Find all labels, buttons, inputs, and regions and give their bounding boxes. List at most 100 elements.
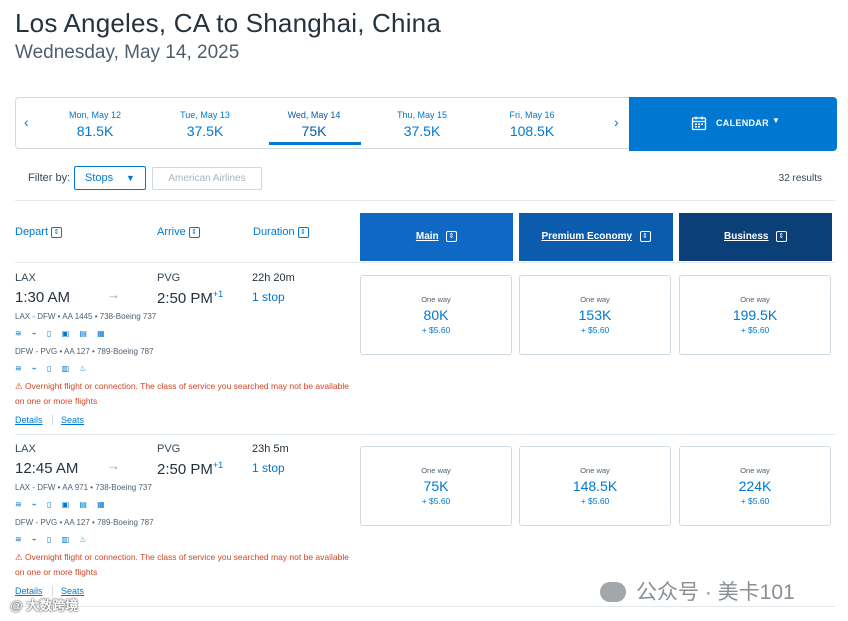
prev-dates-arrow-icon[interactable]: ‹	[24, 114, 29, 130]
fare-main[interactable]: One way 75K + $5.60	[360, 446, 512, 526]
segment-info: DFW - PVG • AA 127 • 789-Boeing 787	[15, 518, 154, 527]
date-cell-tue-may-13[interactable]: Tue, May 13 37.5K	[155, 110, 255, 139]
date-label: Thu, May 15	[396, 110, 448, 120]
overnight-warning: ⚠ Overnight flight or connection. The cl…	[15, 550, 350, 580]
fare-main[interactable]: One way 80K + $5.60	[360, 275, 512, 355]
cabin-header-main[interactable]: Main ⇕	[360, 213, 513, 261]
sort-depart-header[interactable]: Depart ⇕	[15, 226, 63, 238]
date-cell-fri-may-16[interactable]: Fri, May 16 108.5K	[482, 110, 582, 139]
destination-airport: PVG	[157, 443, 181, 455]
fare-points: 199.5K	[732, 307, 778, 323]
depart-header-label: Depart	[15, 226, 49, 238]
date-cell-wed-may-14-selected[interactable]: Wed, May 14 75K	[264, 110, 364, 139]
fare-tax: + $5.60	[580, 325, 610, 335]
fare-label: One way	[580, 295, 610, 304]
sort-icon: ⇕	[775, 231, 787, 242]
flight-duration: 22h 20m	[252, 272, 295, 284]
stops-link[interactable]: 1 stop	[252, 461, 285, 475]
date-label: Tue, May 13	[180, 110, 230, 120]
page-subtitle: Wednesday, May 14, 2025	[15, 42, 240, 63]
sort-icon: ⇕	[188, 227, 200, 238]
arrive-header-label: Arrive	[157, 226, 186, 238]
sort-arrive-header[interactable]: Arrive ⇕	[157, 226, 200, 238]
watermark-wechat: 公众号 · 美卡101	[600, 576, 795, 606]
arrow-right-icon: →	[107, 287, 120, 302]
fare-points: 80K	[423, 307, 449, 323]
segment-info: DFW - PVG • AA 127 • 789-Boeing 787	[15, 347, 154, 356]
arrow-right-icon: →	[107, 458, 120, 473]
fare-label: One way	[421, 466, 451, 475]
fare-label: One way	[740, 295, 770, 304]
sort-icon: ⇕	[51, 227, 63, 238]
fare-points: 224K	[738, 478, 772, 494]
filter-by-label: Filter by:	[28, 172, 71, 184]
date-price: 37.5K	[403, 123, 441, 139]
airline-filter[interactable]: American Airlines	[152, 167, 262, 190]
fare-tax: + $5.60	[421, 325, 451, 335]
date-cell-mon-may-12[interactable]: Mon, May 12 81.5K	[45, 110, 145, 139]
cabin-header-label: Business	[724, 231, 769, 242]
seats-link[interactable]: Seats	[61, 415, 84, 425]
fare-label: One way	[740, 466, 770, 475]
fare-business[interactable]: One way 224K + $5.60	[679, 446, 831, 526]
sort-icon: ⇕	[446, 231, 458, 242]
fare-premium-economy[interactable]: One way 148.5K + $5.60	[519, 446, 671, 526]
date-price: 37.5K	[186, 123, 224, 139]
fare-premium-economy[interactable]: One way 153K + $5.60	[519, 275, 671, 355]
origin-airport: LAX	[15, 443, 36, 455]
date-label: Fri, May 16	[509, 110, 555, 120]
depart-time: 1:30 AM	[15, 289, 71, 306]
arrive-time-value: 2:50 PM	[157, 290, 213, 307]
details-link[interactable]: Details	[15, 415, 43, 425]
fare-label: One way	[421, 295, 451, 304]
date-price: 81.5K	[76, 123, 114, 139]
watermark-corner: @ 大数跨境	[10, 598, 79, 613]
wechat-logo-icon	[600, 582, 626, 602]
fare-tax: + $5.60	[421, 496, 451, 506]
segment-info: LAX - DFW • AA 1445 • 738-Boeing 737	[15, 312, 157, 321]
sort-duration-header[interactable]: Duration ⇕	[253, 226, 309, 238]
fare-tax: + $5.60	[580, 496, 610, 506]
overnight-warning: ⚠ Overnight flight or connection. The cl…	[15, 379, 350, 409]
destination-airport: PVG	[157, 272, 181, 284]
arrive-time: 2:50 PM+1	[157, 289, 223, 307]
sort-icon: ⇕	[297, 227, 309, 238]
date-cell-thu-may-15[interactable]: Thu, May 15 37.5K	[372, 110, 472, 139]
cabin-header-business[interactable]: Business ⇕	[679, 213, 832, 261]
fare-points: 148.5K	[572, 478, 618, 494]
amenity-icons: ≋ ⌁ ▯ ▣ ▤ ▦	[15, 329, 109, 338]
divider	[15, 200, 835, 201]
stops-link[interactable]: 1 stop	[252, 290, 285, 304]
warning-text: Overnight flight or connection. The clas…	[15, 381, 349, 406]
cabin-header-label: Main	[415, 231, 439, 242]
next-dates-arrow-icon[interactable]: ›	[614, 114, 619, 130]
warning-text: Overnight flight or connection. The clas…	[15, 552, 349, 577]
depart-time: 12:45 AM	[15, 460, 79, 477]
fare-tax: + $5.60	[740, 325, 770, 335]
watermark-text: 公众号 · 美卡101	[636, 581, 795, 604]
duration-header-label: Duration	[253, 226, 295, 238]
fare-business[interactable]: One way 199.5K + $5.60	[679, 275, 831, 355]
arrive-time: 2:50 PM+1	[157, 460, 223, 478]
fare-points: 153K	[578, 307, 612, 323]
day-offset: +1	[212, 289, 224, 299]
selected-date-underline	[269, 142, 361, 145]
sort-icon: ⇕	[639, 231, 651, 242]
arrive-time-value: 2:50 PM	[157, 461, 213, 478]
caret-down-icon: ▼	[772, 116, 780, 125]
fare-points: 75K	[423, 478, 449, 494]
stops-filter-select[interactable]: Stops ▼	[74, 166, 146, 190]
calendar-button[interactable]: CALENDAR ▼	[629, 97, 837, 151]
date-selector-bar: ‹ Mon, May 12 81.5K Tue, May 13 37.5K We…	[15, 97, 837, 151]
calendar-button-label: CALENDAR	[716, 118, 769, 128]
date-price: 108.5K	[509, 123, 555, 139]
flight-duration: 23h 5m	[252, 443, 289, 455]
divider	[52, 415, 53, 425]
divider	[15, 434, 835, 435]
warning-icon: ⚠	[15, 381, 23, 391]
results-count: 32 results	[778, 173, 822, 184]
divider	[15, 606, 835, 607]
calendar-icon	[691, 116, 707, 131]
cabin-header-premium-economy[interactable]: Premium Economy ⇕	[519, 213, 673, 261]
caret-down-icon: ▼	[126, 173, 135, 183]
